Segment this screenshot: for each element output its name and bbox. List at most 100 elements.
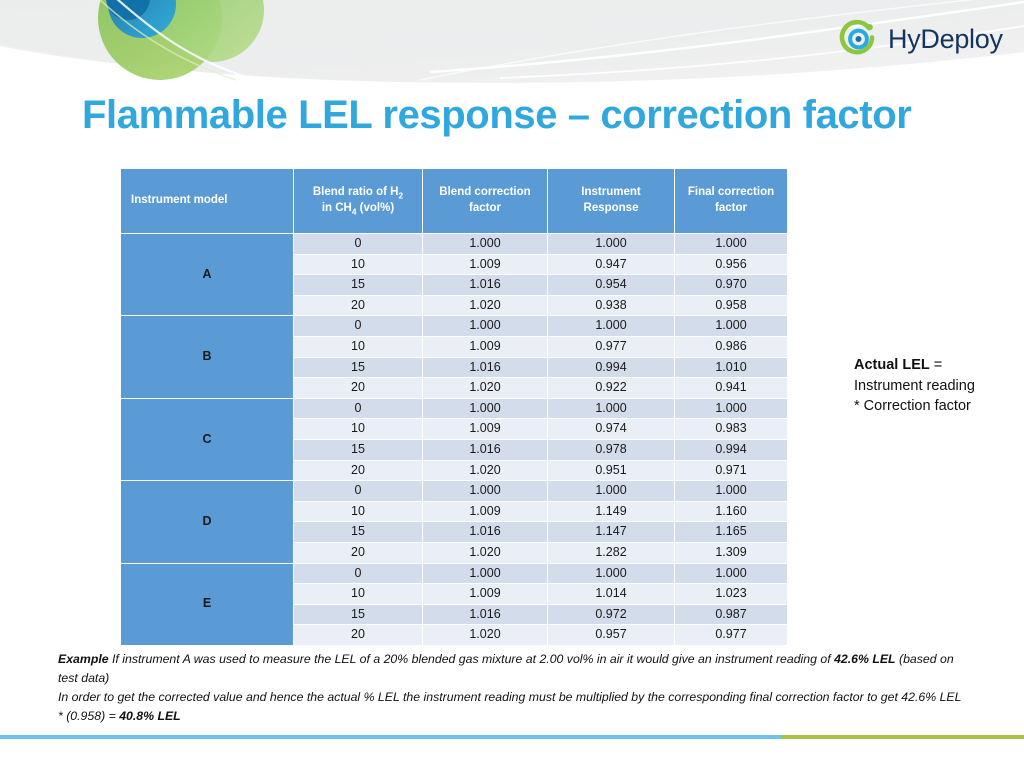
column-header-instrument-model-label: Instrument model: [131, 194, 228, 207]
footnote-p2-text: In order to get the corrected value and …: [58, 690, 962, 724]
cell-ratio: 10: [294, 254, 422, 275]
cell-blend: 1.000: [423, 481, 547, 501]
cell-final: 0.987: [675, 604, 787, 625]
cell-final: 1.309: [675, 542, 787, 563]
cell-final: 1.000: [675, 563, 787, 584]
blend-ratio-sub-h2: 2: [398, 191, 404, 201]
cell-resp: 1.000: [548, 234, 674, 254]
cell-final: 1.010: [675, 357, 787, 378]
column-header-instrument-response: Instrument Response: [548, 169, 674, 233]
cell-resp: 1.282: [548, 542, 674, 563]
cell-resp: 0.938: [548, 295, 674, 316]
cell-ratio: 0: [294, 398, 422, 419]
column-header-instrument-model: Instrument model: [121, 169, 293, 233]
cell-resp: 0.951: [548, 460, 674, 481]
final-correction-line2: factor: [715, 202, 747, 214]
cell-blend: 1.016: [423, 604, 547, 625]
blend-correction-line1: Blend correction: [439, 186, 531, 199]
cell-final: 0.941: [675, 378, 787, 398]
cell-ratio: 20: [294, 625, 422, 645]
cell-ratio: 10: [294, 336, 422, 357]
cell-final: 0.971: [675, 460, 787, 481]
cell-blend: 1.009: [423, 419, 547, 439]
cell-resp: 1.000: [548, 398, 674, 419]
cell-ratio: 20: [294, 378, 422, 398]
cell-resp: 0.972: [548, 604, 674, 625]
cell-final: 1.000: [675, 316, 787, 336]
cell-blend: 1.009: [423, 584, 547, 604]
cell-blend: 1.016: [423, 522, 547, 542]
cell-ratio: 0: [294, 316, 422, 336]
table-row: B 0 1.000 1.000 1.000: [121, 316, 787, 398]
logo-wordmark: HyDeploy: [888, 23, 1003, 54]
table-header-row: Instrument model Blend ratio of H2 in CH…: [121, 169, 787, 233]
cell-final: 1.000: [675, 481, 787, 501]
footer-bar-green: [781, 735, 1024, 739]
cell-resp: 1.149: [548, 501, 674, 522]
actual-lel-formula-note: Actual LEL = Instrument reading * Correc…: [854, 355, 1024, 417]
cell-ratio: 15: [294, 604, 422, 625]
formula-line3: * Correction factor: [854, 398, 971, 415]
column-header-blend-correction-factor: Blend correction factor: [423, 169, 547, 233]
cell-blend: 1.000: [423, 563, 547, 584]
cell-blend: 1.009: [423, 254, 547, 275]
blend-ratio-line2-a: in CH: [321, 202, 352, 214]
table-header: Instrument model Blend ratio of H2 in CH…: [121, 169, 787, 233]
table-row: E 0 1.000 1.000 1.000: [121, 563, 787, 645]
cell-blend: 1.020: [423, 378, 547, 398]
cell-blend: 1.016: [423, 439, 547, 460]
cell-blend: 1.016: [423, 357, 547, 378]
cell-final: 1.000: [675, 398, 787, 419]
cell-resp: 0.922: [548, 378, 674, 398]
column-header-final-correction-factor: Final correction factor: [675, 169, 787, 233]
column-header-blend-ratio: Blend ratio of H2 in CH4 (vol%): [294, 169, 422, 233]
instrument-response-line1: Instrument: [581, 186, 641, 199]
cell-resp: 1.147: [548, 522, 674, 542]
cell-ratio: 0: [294, 234, 422, 254]
footnote-example-label: Example: [58, 652, 109, 666]
formula-line2: Instrument reading: [854, 377, 975, 394]
cell-ratio: 15: [294, 439, 422, 460]
formula-bold-lead: Actual LEL: [854, 357, 930, 373]
cell-ratio: 0: [294, 563, 422, 584]
lel-correction-table: Instrument model Blend ratio of H2 in CH…: [120, 168, 788, 646]
cell-final: 1.165: [675, 522, 787, 542]
cell-blend: 1.000: [423, 398, 547, 419]
cell-blend: 1.020: [423, 625, 547, 645]
cell-blend: 1.000: [423, 234, 547, 254]
instrument-model-cell: C: [121, 398, 293, 481]
footer-bar-blue: [0, 735, 781, 739]
blend-correction-line2: factor: [469, 202, 501, 214]
cell-final: 1.160: [675, 501, 787, 522]
cell-resp: 0.954: [548, 275, 674, 295]
footnote-paragraph-1: Example If instrument A was used to meas…: [58, 650, 963, 688]
lel-correction-table-wrapper: Instrument model Blend ratio of H2 in CH…: [120, 168, 788, 646]
formula-line1-rest: =: [929, 357, 943, 373]
cell-ratio: 10: [294, 419, 422, 439]
table-row: D 0 1.000 1.000 1.000: [121, 481, 787, 563]
cell-resp: 1.000: [548, 563, 674, 584]
cell-blend: 1.020: [423, 542, 547, 563]
cell-final: 0.983: [675, 419, 787, 439]
cell-final: 0.986: [675, 336, 787, 357]
instrument-model-cell: D: [121, 481, 293, 563]
page-title: Flammable LEL response – correction fact…: [82, 93, 912, 137]
cell-ratio: 15: [294, 275, 422, 295]
instrument-response-line2: Response: [583, 202, 639, 214]
hydeploy-atom-logo-icon: [838, 18, 880, 60]
cell-resp: 1.014: [548, 584, 674, 604]
footnote-p1-text-a: If instrument A was used to measure the …: [108, 652, 835, 666]
instrument-model-cell: B: [121, 316, 293, 398]
cell-resp: 0.947: [548, 254, 674, 275]
instrument-model-cell: A: [121, 234, 293, 316]
cell-ratio: 15: [294, 357, 422, 378]
cell-ratio: 10: [294, 501, 422, 522]
table-body: A 0 1.000 1.000 1.000 10 1.009 0.947 0.956 15 1.01…: [121, 234, 787, 645]
cell-resp: 1.000: [548, 316, 674, 336]
cell-resp: 0.994: [548, 357, 674, 378]
cell-ratio: 20: [294, 295, 422, 316]
cell-blend: 1.020: [423, 295, 547, 316]
cell-resp: 1.000: [548, 481, 674, 501]
cell-blend: 1.020: [423, 460, 547, 481]
cell-ratio: 15: [294, 522, 422, 542]
